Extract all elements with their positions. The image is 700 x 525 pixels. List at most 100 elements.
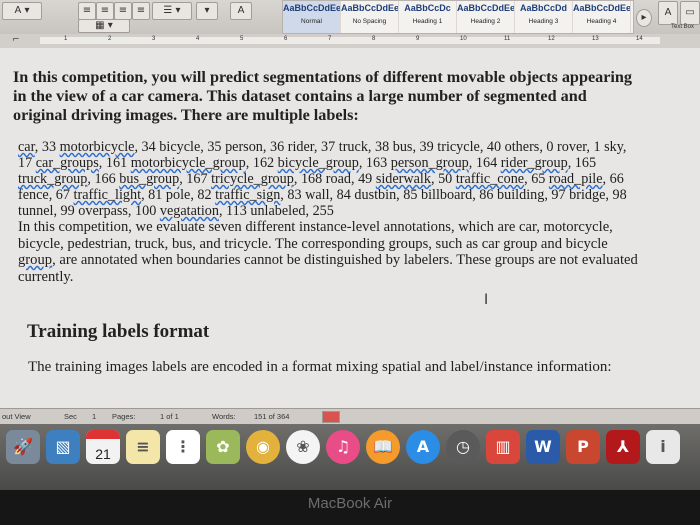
itunes-icon[interactable]: ♫ [326,430,360,464]
tab-stop-icon[interactable]: ⌐ [12,35,20,45]
calendar-icon[interactable]: 21 [86,430,120,464]
spellcheck-flagged-word: group [18,252,53,268]
reminders-icon[interactable]: ⋮ [166,430,200,464]
style-heading-3[interactable]: AaBbCcDd Heading 3 [515,1,573,33]
view-label[interactable]: out View [2,412,31,421]
styles-pane-icon: A [664,7,672,18]
line-spacing-icon: ☰ ▾ [163,5,181,16]
acrobat-icon[interactable]: ⅄ [606,430,640,464]
text-run: , 165 [567,155,597,171]
time-machine-icon[interactable]: ◷ [446,430,480,464]
text-run: , 81 pole, 82 [141,187,216,203]
style-heading-2[interactable]: AaBbCcDdEe Heading 2 [457,1,515,33]
text-run: , 33 [34,139,60,155]
spellcheck-flagged-word: rider_group [500,155,568,171]
section-heading[interactable]: Training labels format [27,321,643,343]
shading-icon: ▾ [204,5,210,16]
spellcheck-flagged-word: motorbicycle [59,139,135,155]
document-body[interactable]: In this competition, you will predict se… [13,68,643,376]
style-name: Heading 2 [470,18,501,25]
ruler-number: 13 [592,36,599,42]
styles-next-button[interactable]: ▸ [636,9,652,27]
rocket-icon[interactable]: 🚀 [6,430,40,464]
align-right-button[interactable]: ≡ [114,2,132,20]
spellcheck-flagged-word: traffic_cone [455,171,525,187]
status-bar: out View Sec 1 Pages: 1 of 1 Words: 151 … [0,408,700,425]
popcorn-icon[interactable]: ▥ [486,430,520,464]
words-label: Words: [212,412,236,421]
chrome-icon[interactable]: ◉ [246,430,280,464]
text-box-icon: ▭ [685,7,695,18]
word-icon[interactable]: W [526,430,560,464]
spellcheck-flagged-word: bicycle_group [277,155,359,171]
text-run: , 113 unlabeled, 255 [218,203,334,219]
justify-button[interactable]: ≡ [132,2,150,20]
training-paragraph[interactable]: The training images labels are encoded i… [28,359,643,376]
ruler-number: 6 [284,36,288,42]
track-changes-icon[interactable] [322,411,340,423]
app-store-icon[interactable]: A [406,430,440,464]
style-name: Heading 1 [412,18,443,25]
align-left-button[interactable]: ≡ [78,2,96,20]
spellcheck-flagged-word: vegatation [159,203,219,219]
section-label: Sec [64,412,77,421]
pages-label: Pages: [112,412,136,421]
style-preview: AaBbCcDdEe [283,3,340,13]
text-box-label: Text Box [670,24,694,30]
style-heading-1[interactable]: AaBbCcDc Heading 1 [399,1,457,33]
file-icon[interactable]: i [646,430,680,464]
macos-dock: 🚀 ▧ 21 ≡ ⋮ ✿ ◉ ❀ ♫ 📖 A ◷ ▥ W P ⅄ i [0,424,700,490]
text-run: , 168 road, 49 [293,171,376,187]
chrome-glyph: ◉ [256,437,270,456]
app-store-glyph: A [416,437,430,456]
ruler-number: 2 [108,36,112,42]
spellcheck-flagged-word: tricycle_group [211,171,294,187]
spellcheck-flagged-word: road_pile [548,171,603,187]
spellcheck-flagged-word: siderwalk [375,171,431,187]
indent-button[interactable]: ▦ ▾ [78,19,130,33]
borders-button[interactable]: A [230,2,252,20]
style-preview: AaBbCcDd [519,3,567,13]
spellcheck-flagged-word: truck_group [18,171,88,187]
style-normal[interactable]: AaBbCcDdEe Normal [283,1,341,33]
powerpoint-icon[interactable]: P [566,430,600,464]
spellcheck-flagged-word: person_group [390,155,469,171]
ibooks-icon[interactable]: 📖 [366,430,400,464]
styles-pane-button[interactable]: A [658,1,678,25]
rocket-glyph: 🚀 [13,437,33,456]
labels-paragraph[interactable]: car, 33 motorbicycle, 34 bicycle, 35 per… [18,139,643,219]
preview-icon[interactable]: ▧ [46,430,80,464]
style-name: No Spacing [352,18,387,25]
word-glyph: W [534,437,552,456]
font-color-button[interactable]: A ▾ [2,2,42,20]
spellcheck-flagged-word: bus_group [119,171,180,187]
ruler-number: 8 [372,36,376,42]
intro-paragraph[interactable]: In this competition, you will predict se… [13,68,643,125]
indent-icon: ▦ ▾ [95,20,113,31]
align-center-button[interactable]: ≡ [96,2,114,20]
text-run: , 164 [468,155,501,171]
document-page[interactable]: In this competition, you will predict se… [0,48,700,408]
text-run: , are annotated when boundaries cannot b… [18,252,638,285]
style-heading-4[interactable]: AaBbCcDdEe Heading 4 [573,1,631,33]
shading-button[interactable]: ▾ [196,2,218,20]
ruler-number: 5 [240,36,244,42]
style-name: Heading 4 [586,18,617,25]
style-no-spacing[interactable]: AaBbCcDdEe No Spacing [341,1,399,33]
time-machine-glyph: ◷ [456,437,470,456]
spellcheck-flagged-word: motorbicycle_group [130,155,246,171]
evaluation-paragraph[interactable]: In this competition, we evaluate seven d… [18,219,643,285]
text-box-button[interactable]: ▭ [680,1,700,25]
styles-gallery: AaBbCcDdEe Normal AaBbCcDdEe No Spacing AaBb… [282,0,634,34]
line-spacing-button[interactable]: ☰ ▾ [152,2,192,20]
reminders-glyph: ⋮ [175,437,191,456]
calendar-day: 21 [95,446,111,462]
pages-value: 1 of 1 [160,412,179,421]
photos-icon[interactable]: ❀ [286,430,320,464]
photo-booth-icon[interactable]: ✿ [206,430,240,464]
ruler-number: 1 [64,36,68,42]
text-run: , 65 [524,171,549,187]
style-preview: AaBbCcDdEe [457,3,514,13]
horizontal-ruler[interactable]: ⌐ 1 2 3 4 5 6 7 8 9 10 11 12 13 14 [0,34,700,49]
notes-icon[interactable]: ≡ [126,430,160,464]
